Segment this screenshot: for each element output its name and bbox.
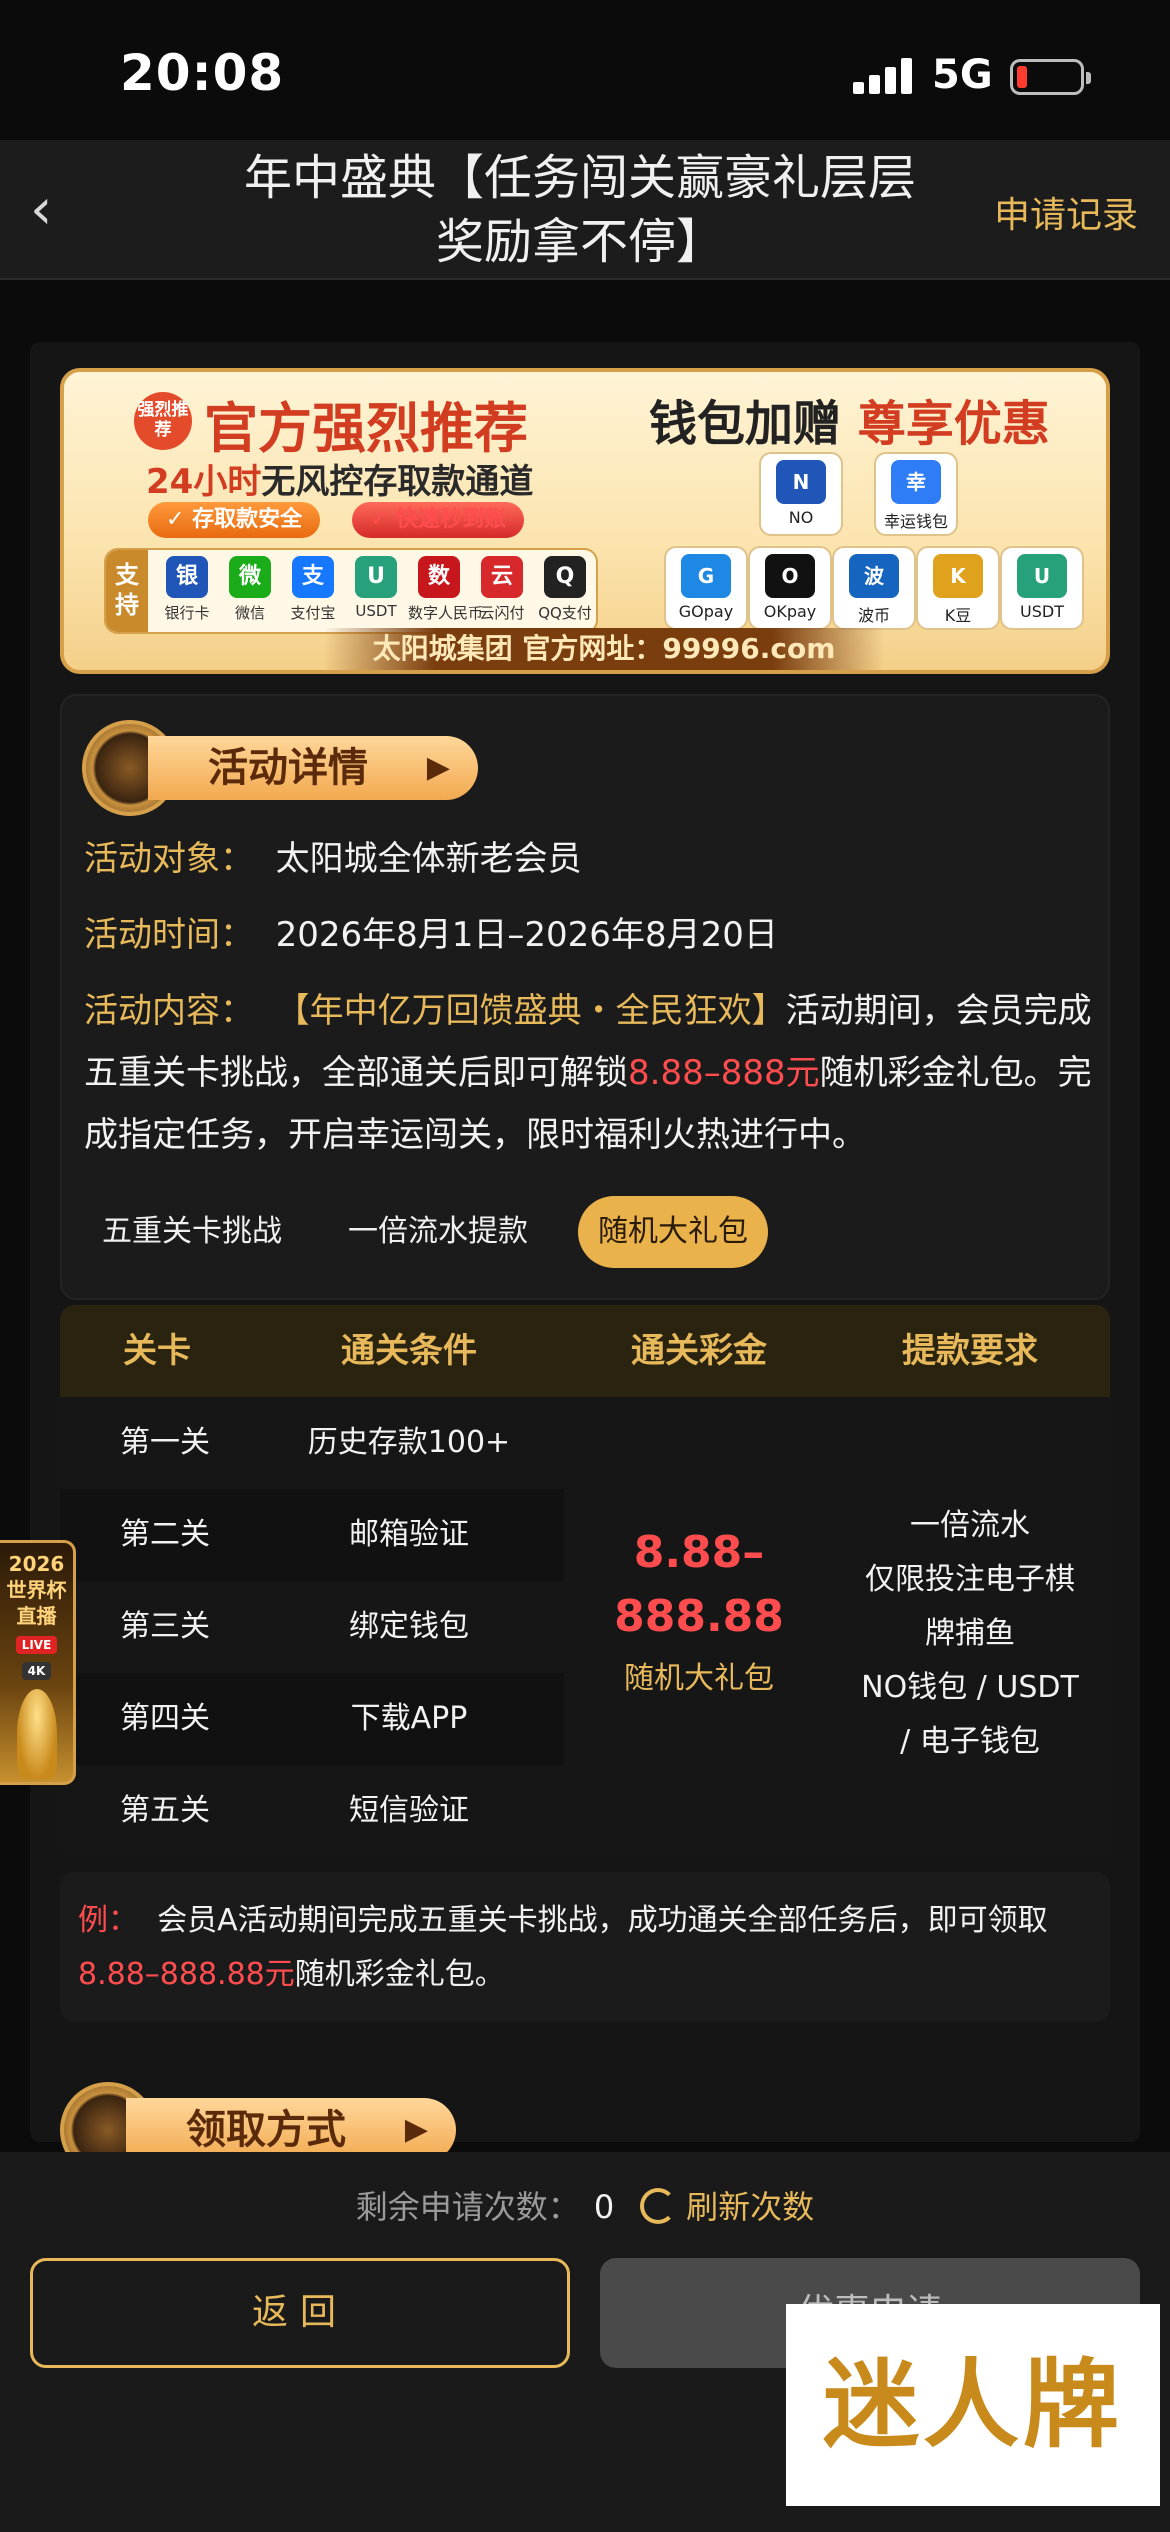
table-row: 第五关 短信验证 bbox=[120, 1793, 469, 1828]
no-wallet-tile: N NO bbox=[759, 452, 843, 536]
refresh-count-button[interactable]: 刷新次数 bbox=[640, 2188, 814, 2226]
payment-label: QQ支付 bbox=[538, 604, 592, 622]
back-chevron-icon[interactable]: ‹ bbox=[30, 182, 80, 238]
activity-details-card: 活动详情 ▶ 活动对象： 太阳城全体新老会员 活动时间： 2026年8月1日–20… bbox=[60, 694, 1110, 1300]
payment-support-box: 支持 银银行卡微微信支支付宝 U USDT 数数字人民币云云闪付 Q QQ支付 bbox=[104, 548, 598, 634]
tab-random-gift[interactable]: 随机大礼包 bbox=[578, 1196, 768, 1268]
remaining-count-row: 剩余申请次数： 0 刷新次数 bbox=[355, 2188, 815, 2226]
worldcup-live-float[interactable]: 2026 世界杯 直播 LIVE 4K bbox=[0, 1540, 76, 1785]
prize-label: 随机大礼包 bbox=[624, 1661, 774, 1696]
bank-card-icon: 银 bbox=[166, 556, 208, 598]
wechat-payment: 微微信 bbox=[219, 556, 281, 623]
live-badge: LIVE bbox=[15, 1636, 58, 1654]
gopay-icon: G bbox=[681, 554, 731, 598]
activity-content-row: 活动内容： 【年中亿万回馈盛典・全民狂欢】活动期间，会员完成五重关卡挑战，全部通… bbox=[84, 991, 1092, 1155]
gopay-tile: G GOpay bbox=[664, 546, 748, 630]
requirement-cell: 一倍流水 仅限投注电子棋 牌捕鱼 NO钱包 / USDT / 电子钱包 bbox=[861, 1508, 1079, 1759]
table-row: 第三关 绑定钱包 bbox=[120, 1609, 469, 1644]
remaining-count: 0 bbox=[593, 2188, 615, 2226]
tab-one-times-turnover[interactable]: 一倍流水提款 bbox=[328, 1196, 548, 1268]
wallet-label: OKpay bbox=[763, 602, 817, 621]
kdou-icon: K bbox=[933, 554, 983, 598]
status-time: 20:08 bbox=[120, 44, 285, 102]
wallet-label: 波币 bbox=[857, 606, 890, 625]
okpay-tile: O OKpay bbox=[748, 546, 832, 630]
activity-time-row: 活动时间： 2026年8月1日–2026年8月20日 bbox=[84, 915, 778, 955]
table-row: 第一关 历史存款100+ bbox=[120, 1425, 511, 1460]
header-requirement: 提款要求 bbox=[902, 1331, 1038, 1371]
official-site-footer: 太阳城集团 官方网址：99996.com bbox=[324, 628, 884, 670]
activity-details-header: 活动详情 ▶ bbox=[82, 720, 502, 816]
lucky-wallet-icon: 幸 bbox=[891, 460, 941, 504]
wallet-bonus-title: 钱包加赠 尊享优惠 bbox=[649, 396, 1050, 452]
watermark-logo: 迷人牌 bbox=[786, 2304, 1160, 2506]
payment-label: 支付宝 bbox=[290, 604, 336, 622]
nav-bar: ‹ 年中盛典【任务闯关赢豪礼层层奖励拿不停】 申请记录 bbox=[0, 140, 1170, 280]
lucky-wallet-tile: 幸幸运钱包 bbox=[874, 452, 958, 536]
prize-cell: 8.88– 888.88 随机大礼包 bbox=[568, 1397, 830, 1857]
alipay-payment: 支支付宝 bbox=[282, 556, 344, 623]
header-condition: 通关条件 bbox=[341, 1331, 477, 1371]
network-type: 5G bbox=[932, 52, 993, 98]
usdt-icon: U bbox=[355, 556, 397, 598]
digital-rmb-payment: 数数字人民币 bbox=[408, 556, 484, 623]
cellular-signal-icon bbox=[853, 58, 913, 94]
wallet-label: USDT bbox=[1020, 602, 1064, 621]
safe-deposit-pill: ✓ 存取款安全 bbox=[148, 502, 321, 538]
qq-payment: Q QQ支付 bbox=[534, 556, 596, 623]
recommend-badge: 强烈推荐 bbox=[134, 392, 192, 450]
wallet-label: 幸运钱包 bbox=[883, 512, 948, 531]
alipay-icon: 支 bbox=[292, 556, 334, 598]
table-row: 第四关 下载APP bbox=[60, 1673, 564, 1765]
example-note: 例： 会员A活动期间完成五重关卡挑战，成功通关全部任务后，即可领取8.88–88… bbox=[60, 1872, 1110, 2022]
wallet-label: NO bbox=[788, 508, 814, 527]
qq-icon: Q bbox=[544, 556, 586, 598]
banner-headline: 官方强烈推荐 bbox=[204, 397, 528, 460]
prize-amount: 8.88– 888.88 bbox=[614, 1527, 784, 1642]
payment-label: 微信 bbox=[234, 604, 265, 622]
activity-target-row: 活动对象： 太阳城全体新老会员 bbox=[84, 839, 582, 879]
bobi-tile: 波波币 bbox=[832, 546, 916, 630]
table-row: 第二关 邮箱验证 bbox=[60, 1489, 564, 1581]
bobi-icon: 波 bbox=[849, 554, 899, 598]
support-label: 支持 bbox=[106, 550, 148, 632]
levels-table: 关卡 通关条件 通关彩金 提款要求 第一关 历史存款100+ 第二关 邮箱验证 … bbox=[60, 1305, 1110, 1857]
header-level: 关卡 bbox=[123, 1331, 191, 1371]
refresh-icon bbox=[640, 2188, 677, 2224]
fast-payout-pill: ✓ 快速秒到账 bbox=[352, 502, 525, 538]
section-ribbon: 活动详情 ▶ bbox=[148, 736, 478, 800]
payment-label: USDT bbox=[355, 602, 397, 620]
tab-five-levels[interactable]: 五重关卡挑战 bbox=[82, 1196, 302, 1268]
battery-icon bbox=[1010, 59, 1091, 95]
apply-record-link[interactable]: 申请记录 bbox=[994, 186, 1138, 238]
wechat-icon: 微 bbox=[229, 556, 271, 598]
return-button[interactable]: 返回 bbox=[30, 2258, 570, 2368]
kdou-tile: K K豆 bbox=[916, 546, 1000, 630]
payment-label: 数字人民币 bbox=[408, 604, 484, 622]
table-header: 关卡 通关条件 通关彩金 提款要求 bbox=[60, 1305, 1110, 1397]
play-arrow-icon: ▶ bbox=[426, 750, 450, 785]
quality-badge: 4K bbox=[21, 1662, 52, 1680]
unionpay-payment: 云云闪付 bbox=[471, 556, 533, 623]
bank-card-payment: 银银行卡 bbox=[156, 556, 218, 623]
wallet-label: GOpay bbox=[678, 602, 734, 621]
payment-label: 云闪付 bbox=[479, 604, 525, 622]
no-wallet-icon: N bbox=[776, 460, 826, 504]
usdt-wallet-icon: U bbox=[1017, 554, 1067, 598]
page-title: 年中盛典【任务闯关赢豪礼层层奖励拿不停】 bbox=[243, 150, 916, 270]
usdt-wallet-tile: U USDT bbox=[1000, 546, 1084, 630]
usdt-payment: U USDT bbox=[345, 556, 407, 620]
trophy-icon bbox=[16, 1689, 57, 1779]
status-bar: 20:08 5G bbox=[0, 0, 1170, 140]
header-prize: 通关彩金 bbox=[631, 1331, 767, 1371]
digital-rmb-icon: 数 bbox=[418, 556, 460, 598]
banner-subheadline: 24小时无风控存取款通道 bbox=[146, 462, 534, 502]
unionpay-icon: 云 bbox=[481, 556, 523, 598]
okpay-icon: O bbox=[765, 554, 815, 598]
wallet-label: K豆 bbox=[944, 606, 972, 625]
payment-label: 银行卡 bbox=[164, 604, 210, 622]
promo-banner[interactable]: 强烈推荐 官方强烈推荐 24小时无风控存取款通道 ✓ 存取款安全 ✓ 快速秒到账… bbox=[60, 368, 1110, 674]
